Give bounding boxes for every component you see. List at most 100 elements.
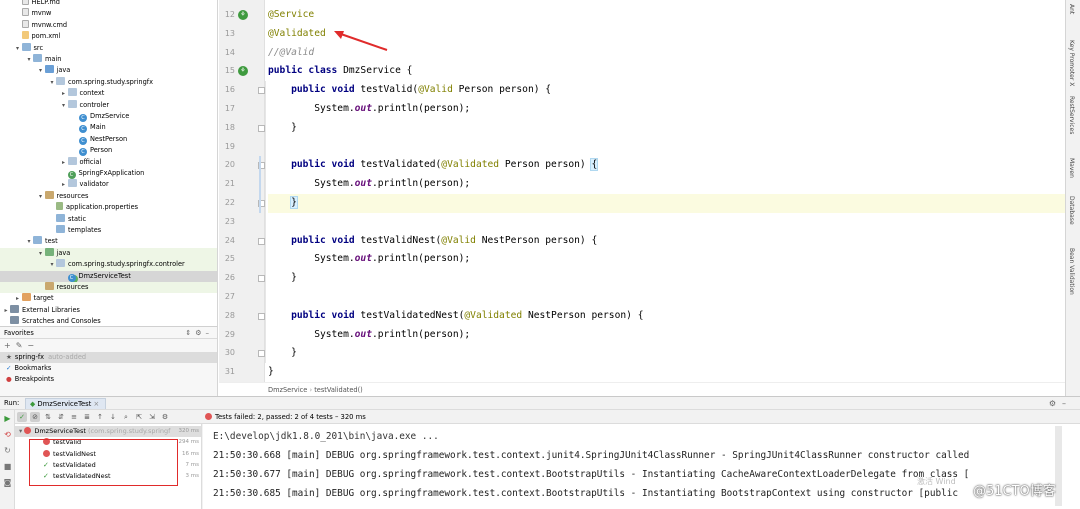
run-tab[interactable]: ◆ DmzServiceTest × (25, 398, 107, 409)
tree-item[interactable]: C NestPerson (0, 134, 217, 145)
code-line[interactable]: } (268, 119, 1065, 138)
code-line[interactable]: System.out.println(person); (268, 175, 1065, 194)
edit-icon[interactable]: ✎ (16, 341, 28, 350)
code-line[interactable] (268, 213, 1065, 232)
expand-arrow-icon[interactable]: ▾ (14, 43, 22, 54)
search-icon[interactable]: ⌕ (121, 412, 131, 422)
expand-arrow-icon[interactable]: ▾ (25, 236, 33, 247)
collapse-all-icon[interactable]: ≣ (82, 412, 92, 422)
console-scrollbar[interactable] (1055, 426, 1062, 506)
code-line[interactable]: public class DmzService { (268, 62, 1065, 81)
side-tab[interactable]: Bean Validation (1068, 248, 1075, 295)
fold-marker-icon[interactable] (258, 350, 265, 358)
code-line[interactable] (268, 288, 1065, 307)
toggle-auto-test-icon[interactable]: ↻ (3, 446, 12, 455)
code-line[interactable]: } (268, 194, 1065, 213)
code-line[interactable]: public void testValidated(@Validated Per… (268, 156, 1065, 175)
code-line[interactable]: } (268, 344, 1065, 363)
tree-item[interactable]: templates (0, 225, 217, 236)
fold-marker-icon[interactable] (258, 312, 265, 320)
tree-item[interactable]: C Main (0, 122, 217, 134)
tree-item[interactable]: ▾ controler (0, 99, 217, 111)
tree-item[interactable]: ▾ com.spring.study.springfx.controler (0, 259, 217, 271)
tree-item[interactable]: pom.xml (0, 31, 217, 42)
code-editor[interactable]: 12 13 14 15 16 17 18 19 20 21 22 23 24 25 26 27 28 29 30 31… (219, 0, 1065, 396)
code-line[interactable]: System.out.println(person); (268, 250, 1065, 269)
spring-bean-icon[interactable]: ⚘ (238, 66, 248, 77)
fold-marker-icon[interactable] (258, 275, 265, 283)
tree-item[interactable]: C DmzServiceTest (0, 270, 217, 282)
favorites-item[interactable]: ★ spring-fx auto-added (0, 352, 217, 363)
tree-item[interactable]: C Person (0, 145, 217, 157)
console-output[interactable]: E:\develop\jdk1.8.0_201\bin\java.exe ...… (203, 424, 1080, 509)
tree-item[interactable]: HELP.md (0, 0, 217, 8)
tree-item[interactable]: ▾ src (0, 42, 217, 54)
tree-item[interactable]: ▸ validator (0, 179, 217, 190)
expand-arrow-icon[interactable]: ▾ (37, 248, 45, 259)
side-tab[interactable]: Key Promoter X (1068, 40, 1075, 86)
expand-arrow-icon[interactable]: ▾ (37, 65, 45, 76)
expand-arrow-icon[interactable]: ▾ (25, 54, 33, 65)
expand-arrow-icon[interactable]: ▸ (2, 305, 10, 316)
sort-alpha-icon[interactable]: ⇅ (43, 412, 53, 422)
code-line[interactable]: @Service (268, 6, 1065, 25)
tree-item[interactable]: mvnw.cmd (0, 19, 217, 31)
code-line[interactable]: System.out.println(person); (268, 100, 1065, 119)
close-icon[interactable]: × (94, 400, 100, 408)
tree-item[interactable]: C DmzService (0, 111, 217, 122)
tree-item[interactable]: mvnw (0, 8, 217, 19)
remove-icon[interactable]: − (27, 341, 39, 350)
favorites-item[interactable]: ✓ Bookmarks (0, 363, 217, 374)
sort-duration-icon[interactable]: ⇵ (56, 412, 66, 422)
favorites-item[interactable]: ● Breakpoints (0, 374, 217, 385)
test-suite-row[interactable]: ▾ DmzServiceTest (com.spring.study.sprin… (15, 426, 201, 437)
fold-marker-icon[interactable] (258, 237, 265, 245)
expand-arrow-icon[interactable]: ▸ (60, 157, 68, 168)
gear-icon[interactable]: ⚙ (195, 329, 205, 337)
tree-item[interactable]: ▾ test (0, 236, 217, 247)
expand-all-icon[interactable]: ≡ (69, 412, 79, 422)
tree-item[interactable]: ▾ java (0, 247, 217, 260)
code-line[interactable]: public void testValidatedNest(@Validated… (268, 307, 1065, 326)
side-tab[interactable]: Database (1068, 196, 1075, 225)
favorites-tools[interactable]: ⇕⚙– (185, 327, 213, 339)
next-failed-icon[interactable]: ↓ (108, 412, 118, 422)
side-tab[interactable]: Ant (1068, 4, 1075, 14)
expand-arrow-icon[interactable]: ▸ (14, 293, 22, 304)
fold-marker-icon[interactable] (258, 124, 265, 132)
gear-icon[interactable]: ⚙ (1049, 399, 1062, 408)
rerun-icon[interactable]: ▶ (3, 414, 12, 423)
tree-item[interactable]: ▾ main (0, 54, 217, 65)
tree-item[interactable]: ▸ context (0, 88, 217, 99)
tree-item[interactable]: ▸ official (0, 156, 217, 168)
tree-item[interactable]: static (0, 213, 217, 225)
spring-bean-icon[interactable]: ⚘ (238, 10, 248, 20)
settings-icon[interactable]: ⚙ (160, 412, 170, 422)
tree-item[interactable]: resources (0, 282, 217, 294)
tree-item[interactable]: application.properties (0, 202, 217, 213)
code-line[interactable]: } (268, 363, 1065, 382)
import-tests-icon[interactable]: ⇱ (134, 412, 144, 422)
breadcrumb-class[interactable]: DmzService (268, 386, 307, 394)
code-line[interactable]: public void testValidNest(@Valid NestPer… (268, 232, 1065, 251)
tree-item[interactable]: ▾ com.spring.study.springfx (0, 76, 217, 88)
tree-item[interactable]: Scratches and Consoles (0, 316, 217, 326)
tree-item[interactable]: ▸ target (0, 293, 217, 304)
code-line[interactable]: public void testValid(@Valid Person pers… (268, 81, 1065, 100)
expand-arrow-icon[interactable]: ▾ (60, 100, 68, 111)
breadcrumb-method[interactable]: testValidated() (314, 386, 363, 394)
fold-marker-icon[interactable] (258, 87, 265, 95)
expand-arrow-icon[interactable]: ▸ (60, 179, 68, 190)
side-tab[interactable]: RestServices (1068, 96, 1075, 134)
add-icon[interactable]: + (4, 341, 16, 350)
code-line[interactable]: System.out.println(person); (268, 326, 1065, 345)
run-settings[interactable]: ⚙– (1049, 397, 1072, 410)
code-line[interactable] (268, 138, 1065, 157)
tree-item[interactable]: ▾ java (0, 65, 217, 76)
side-tab[interactable]: Maven (1068, 158, 1075, 178)
export-icon[interactable]: ⇲ (147, 412, 157, 422)
expand-arrow-icon[interactable]: ▾ (37, 191, 45, 202)
stop-icon[interactable]: ■ (3, 462, 12, 471)
expand-arrow-icon[interactable]: ▸ (60, 88, 68, 99)
tree-item[interactable]: C SpringFxApplication (0, 168, 217, 179)
